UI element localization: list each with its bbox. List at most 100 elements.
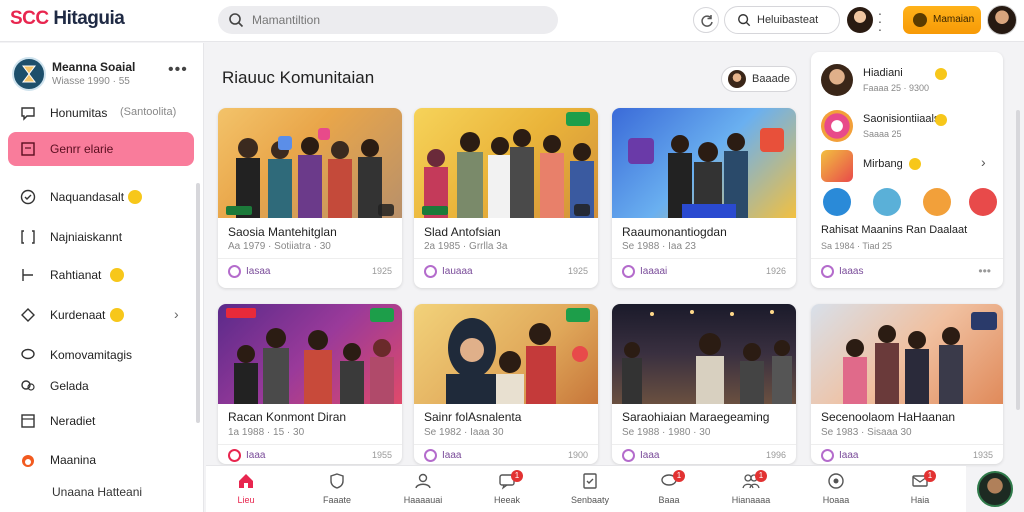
refresh-icon bbox=[701, 15, 713, 27]
card-meta: Se 1982 · Iaaa 30 bbox=[424, 427, 504, 438]
bottom-nav-item-8[interactable]: 1 Haia bbox=[884, 470, 954, 510]
sidebar-item-label: Naquandasalt bbox=[50, 190, 125, 204]
community-card[interactable]: Secenoolaom HaHaanan Se 1983 · Sisaaa 30… bbox=[811, 304, 1003, 464]
bottom-nav-item-7[interactable]: Hoaaa bbox=[800, 472, 870, 510]
community-card[interactable]: Saosia Mantehitglan Aa 1979 · Sotiiatra … bbox=[218, 108, 402, 288]
suggestions-panel: Hiadiani Faaaa 25 · 9300 Saonisiontiiaal… bbox=[811, 52, 1003, 288]
chevron-right-icon[interactable]: › bbox=[174, 306, 179, 322]
search-button[interactable]: Heluibasteat bbox=[724, 6, 840, 34]
card-footer[interactable]: Iaaa bbox=[442, 450, 461, 461]
badge-icon bbox=[110, 268, 124, 282]
suggestion-item[interactable]: Hiadiani Faaaa 25 · 9300 bbox=[819, 62, 995, 98]
cta-button[interactable]: Mamaian bbox=[903, 6, 981, 34]
party-icon[interactable] bbox=[923, 188, 951, 216]
category-icons bbox=[823, 188, 999, 218]
card-footer[interactable]: Iaaa bbox=[839, 450, 858, 461]
refresh-button[interactable] bbox=[693, 7, 719, 33]
suggestion-item[interactable]: Saonisiontiiaals Saaaa 25 bbox=[819, 108, 995, 144]
card-footer[interactable]: Iasaa bbox=[246, 266, 270, 277]
divider bbox=[218, 258, 402, 259]
sidebar-item-label: Honumitas bbox=[50, 106, 108, 120]
sidebar-item-3[interactable]: Najniaiskannt bbox=[8, 220, 194, 254]
bottom-nav-item-2[interactable]: Haaaauai bbox=[387, 472, 457, 510]
card-footer[interactable]: Iauaaa bbox=[442, 266, 473, 277]
card-footer[interactable]: Iaaa bbox=[246, 450, 265, 461]
divider bbox=[414, 444, 598, 445]
sidebar-item-1[interactable]: Genrr elarie bbox=[8, 132, 194, 166]
message-square-icon bbox=[21, 142, 35, 156]
search-icon bbox=[738, 14, 751, 27]
sidebar-item-7[interactable]: Gelada bbox=[8, 369, 194, 403]
chevron-right-icon[interactable]: › bbox=[981, 154, 986, 170]
sidebar-footer[interactable]: Unaana Hatteani bbox=[52, 485, 142, 499]
community-card[interactable]: Slad Antofsian 2a 1985 · Grrlla 3a Iauaa… bbox=[414, 108, 598, 288]
bottom-nav-item-3[interactable]: 1 Heeak bbox=[471, 470, 541, 510]
people-illustration bbox=[628, 128, 784, 218]
card-meta: Se 1988 · Iaa 23 bbox=[622, 241, 696, 252]
community-card[interactable]: Sainr folAsnalenta Se 1982 · Iaaa 30 Iaa… bbox=[414, 304, 598, 464]
heart-chat-icon bbox=[21, 107, 35, 121]
group-icon bbox=[821, 449, 834, 462]
suggestion-meta: Saaaa 25 bbox=[863, 129, 902, 139]
bottom-nav-item-6[interactable]: 1 Hianaaaa bbox=[715, 470, 785, 510]
sidebar-item-4[interactable]: Rahtianat bbox=[8, 258, 194, 292]
notification-badge: 1 bbox=[511, 470, 523, 482]
card-footer[interactable]: Iaaa bbox=[640, 450, 659, 461]
more-icon[interactable]: ••• bbox=[168, 61, 188, 79]
group-icon bbox=[622, 265, 635, 278]
community-card[interactable]: Saraohiaian Maraegeaming Se 1988 · 1980 … bbox=[612, 304, 796, 464]
sidebar-item-8[interactable]: Neradiet bbox=[8, 404, 194, 438]
bottom-nav-label: Lieu bbox=[237, 495, 255, 505]
main-scrollbar[interactable] bbox=[1016, 110, 1020, 410]
sidebar-item-sub: (Santoolita) bbox=[120, 106, 177, 118]
sidebar-item-9[interactable]: Maanina bbox=[8, 443, 194, 477]
bottom-nav-item-0[interactable]: Lieu bbox=[210, 472, 280, 510]
bracket-icon bbox=[21, 230, 35, 244]
card-image bbox=[612, 108, 796, 218]
app-logo[interactable]: SCC Hitaguia bbox=[10, 8, 125, 30]
card-image bbox=[811, 304, 1003, 404]
sidebar-item-6[interactable]: Komovamitagis bbox=[8, 338, 194, 372]
bottom-nav-label: Senbaaty bbox=[570, 495, 610, 505]
sidebar-scrollbar[interactable] bbox=[196, 183, 200, 423]
bottom-nav-item-1[interactable]: Faaate bbox=[301, 472, 371, 510]
avatar[interactable] bbox=[847, 7, 873, 33]
panel-footer[interactable]: Iaaas bbox=[839, 266, 863, 277]
globe-icon[interactable] bbox=[873, 188, 901, 216]
card-meta: 2a 1985 · Grrlla 3a bbox=[424, 241, 508, 252]
panel-card-title: Rahisat Maanins Ran Daalaat bbox=[821, 224, 968, 236]
header-action-button[interactable]: Baaade bbox=[721, 66, 797, 92]
sidebar-item-label: Gelada bbox=[50, 379, 89, 393]
card-footer[interactable]: Iaaaai bbox=[640, 266, 667, 277]
suggestion-name: Saonisiontiiaals bbox=[863, 113, 940, 125]
sidebar-item-2[interactable]: Naquandasalt bbox=[8, 180, 194, 214]
card-title: Slad Antofsian bbox=[424, 225, 501, 239]
profile-avatar[interactable] bbox=[987, 5, 1017, 35]
bottom-nav-item-5[interactable]: 1 Baaa bbox=[633, 470, 703, 510]
card-title: Saosia Mantehitglan bbox=[228, 225, 337, 239]
search-input[interactable]: Mamantiltion bbox=[218, 6, 558, 34]
sidebar-item-5[interactable]: Kurdenaat › bbox=[8, 298, 194, 332]
avatar[interactable] bbox=[977, 471, 1013, 507]
card-title: Secenoolaom HaHaanan bbox=[821, 410, 956, 424]
bottom-nav-label: Baaa bbox=[658, 495, 680, 505]
status-badge bbox=[370, 308, 394, 322]
card-title: Sainr folAsnalenta bbox=[424, 410, 522, 424]
suggestion-meta: Faaaa 25 · 9300 bbox=[863, 83, 930, 93]
community-card[interactable]: Racan Konmont Diran 1a 1988 · 15 · 30 Ia… bbox=[218, 304, 402, 464]
chart-icon[interactable] bbox=[823, 188, 851, 216]
more-vertical-icon[interactable]: · · · bbox=[876, 6, 884, 36]
user-avatar[interactable] bbox=[12, 57, 46, 91]
more-icon[interactable]: ••• bbox=[978, 264, 991, 278]
card-tag bbox=[226, 206, 252, 215]
card-title: Racan Konmont Diran bbox=[228, 410, 347, 424]
panel-card-meta: Sa 1984 · Tiad 25 bbox=[821, 241, 893, 251]
community-card[interactable]: Raaumonantiogdan Se 1988 · Iaa 23 Iaaaai… bbox=[612, 108, 796, 288]
chat-bubbles-icon bbox=[21, 380, 35, 391]
sidebar-item-label: Neradiet bbox=[50, 414, 96, 428]
card-footer-right: 1900 bbox=[567, 450, 588, 460]
sidebar-item-0[interactable]: Honumitas (Santoolita) bbox=[8, 96, 194, 130]
bottom-nav-item-4[interactable]: Senbaaty bbox=[554, 472, 624, 510]
suggestion-item[interactable]: Mirbang bbox=[819, 148, 995, 184]
game-icon[interactable] bbox=[969, 188, 997, 216]
